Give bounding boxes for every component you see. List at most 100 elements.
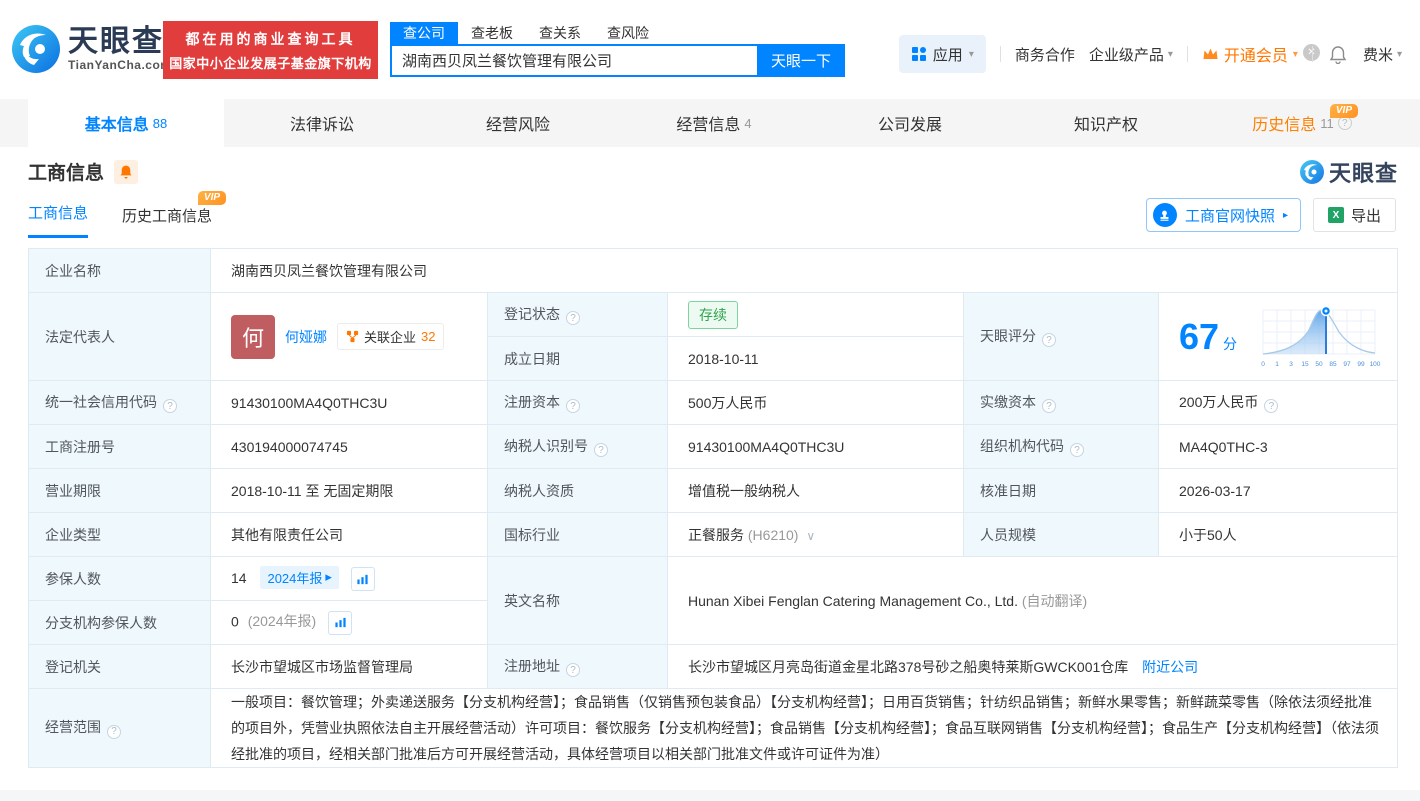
industry-label: 国标行业 (487, 512, 668, 557)
svg-text:0: 0 (1261, 361, 1265, 368)
reg-capital-value: 500万人民币 (667, 380, 964, 425)
chevron-down-icon: ▾ (1292, 48, 1298, 60)
score-value: 67 分 0 1 3 15 50 85 97 99 100 (1157, 292, 1399, 381)
table-row: 企业名称 湖南西贝凤兰餐饮管理有限公司 (28, 248, 1399, 293)
nearby-companies-link[interactable]: 附近公司 (1142, 659, 1198, 675)
search-tab-risk[interactable]: 查风险 (594, 22, 662, 44)
help-icon[interactable]: ? (1070, 443, 1084, 458)
score-curve-chart: 0 1 3 15 50 85 97 99 100 (1261, 305, 1381, 368)
related-companies-badge[interactable]: 关联企业 32 (337, 323, 445, 350)
table-row: 统一社会信用代码? 91430100MA4Q0THC3U 注册资本? 500万人… (28, 380, 1399, 425)
svg-text:100: 100 (1370, 361, 1381, 368)
open-vip-button[interactable]: 开通会员 ▾ (1202, 42, 1298, 66)
subtab-business-info[interactable]: 工商信息 (28, 202, 89, 238)
svg-text:15: 15 (1301, 361, 1309, 368)
tab-basic-info[interactable]: 基本信息 88 (28, 99, 224, 147)
tianyancha-logo-icon (1299, 160, 1324, 184)
nav-enterprise-products[interactable]: 企业级产品 ▾ (1089, 44, 1173, 65)
section-subtabs: 工商信息 VIP 历史工商信息 (28, 191, 227, 238)
tab-company-development[interactable]: 公司发展 (812, 99, 1008, 147)
table-row: 工商注册号 430194000074745 纳税人识别号? 91430100MA… (28, 424, 1399, 469)
avatar[interactable]: 何 (231, 314, 275, 359)
trend-chart-icon[interactable] (350, 567, 375, 592)
tab-legal[interactable]: 法律诉讼 (224, 99, 420, 147)
help-icon[interactable]: ? (1264, 399, 1279, 414)
legal-rep-value: 何 何娅娜 关联企业 32 (210, 292, 488, 381)
help-icon[interactable]: ? (163, 399, 177, 414)
trend-chart-icon[interactable] (328, 610, 353, 635)
est-date-value: 2018-10-11 (667, 336, 964, 381)
staff-size-value: 小于50人 (1157, 512, 1399, 557)
help-icon[interactable]: ? (1042, 333, 1056, 348)
branch-insured-note: (2024年报) (247, 613, 317, 630)
table-row: 法定代表人 何 何娅娜 关联企业 32 登记状态 ? 存续 天眼评分 ? 67 … (28, 292, 1399, 381)
site-logo[interactable]: 天眼查 TianYanCha.com (10, 23, 171, 75)
company-name-label: 企业名称 (28, 248, 211, 293)
notification-bell-icon[interactable] (1327, 43, 1349, 65)
table-row: 登记机关 长沙市望城区市场监督管理局 注册地址? 长沙市望城区月亮岛街道金星北路… (28, 644, 1399, 689)
apps-menu[interactable]: 应用 ▾ (898, 35, 986, 73)
page: 天眼查 TianYanCha.com 都在用的商业查询工具 国家中小企业发展子基… (0, 0, 1420, 801)
crown-icon (1203, 48, 1218, 59)
export-button[interactable]: X 导出 (1312, 198, 1396, 232)
help-icon[interactable]: ? (566, 663, 580, 678)
insured-label: 参保人数 (28, 556, 211, 601)
reg-authority-label: 登记机关 (28, 644, 211, 689)
help-icon[interactable]: ? (107, 724, 121, 739)
reg-number-value: 430194000074745 (210, 424, 488, 469)
tab-operation-info[interactable]: 经营信息 4 (616, 99, 812, 147)
branch-insured-label: 分支机构参保人数 (28, 600, 211, 645)
logo-domain: TianYanCha.com (68, 58, 172, 72)
taxpayer-id-label: 纳税人识别号? (487, 424, 668, 469)
arrow-right-icon: ▸ (325, 569, 332, 585)
divider (1186, 46, 1188, 62)
help-icon[interactable]: ? (566, 399, 580, 414)
tab-intellectual-property[interactable]: 知识产权 (1008, 99, 1204, 147)
user-menu[interactable]: 费米 ▾ (1363, 44, 1402, 65)
tab-history-info[interactable]: VIP 历史信息 11 ? (1204, 99, 1400, 147)
taxpayer-quality-label: 纳税人资质 (487, 468, 668, 513)
search-tab-boss[interactable]: 查老板 (458, 22, 526, 44)
subtab-history-business-info[interactable]: VIP 历史工商信息 (122, 191, 227, 238)
divider (1311, 46, 1313, 62)
help-icon[interactable]: ? (594, 443, 608, 458)
chevron-down-icon[interactable]: ∨ (806, 529, 815, 543)
logo-brand: 天眼查 (68, 25, 164, 58)
search-tab-relation[interactable]: 查关系 (526, 22, 594, 44)
vip-badge: VIP (197, 191, 227, 205)
official-snapshot-button[interactable]: 工商官网快照 ▸ (1145, 198, 1301, 232)
header: 天眼查 TianYanCha.com 都在用的商业查询工具 国家中小企业发展子基… (0, 13, 1420, 95)
legal-rep-name-link[interactable]: 何娅娜 (285, 327, 327, 347)
main-tabbar: 基本信息 88 法律诉讼 经营风险 经营信息 4 公司发展 知识产权 VIP 历史信… (0, 99, 1420, 147)
search-tab-company[interactable]: 查公司 (390, 22, 458, 44)
excel-icon: X (1327, 207, 1344, 223)
industry-code: (H6210) (747, 526, 799, 543)
help-icon[interactable]: ? (566, 311, 580, 326)
nav-cooperation[interactable]: 商务合作 (1015, 44, 1075, 65)
search-input[interactable] (390, 44, 757, 77)
credit-code-value: 91430100MA4Q0THC3U (210, 380, 488, 425)
bottom-strip (0, 790, 1420, 801)
score-label: 天眼评分? (963, 292, 1159, 381)
reg-authority-value: 长沙市望城区市场监督管理局 (210, 644, 488, 689)
est-date-label: 成立日期 (487, 336, 668, 381)
reg-address-value: 长沙市望城区月亮岛街道金星北路378号砂之船奥特莱斯GWCK001仓库 附近公司 (666, 644, 1399, 689)
tab-operation-risk[interactable]: 经营风险 (420, 99, 616, 147)
org-code-label: 组织机构代码? (963, 424, 1159, 469)
search-box: 查公司 查老板 查关系 查风险 天眼一下 (390, 22, 845, 77)
chevron-down-icon: ▾ (1396, 48, 1402, 60)
industry-value: 正餐服务 (H6210) ∨ (667, 512, 964, 557)
help-icon[interactable]: ? (1337, 116, 1352, 130)
staff-size-label: 人员规模 (963, 512, 1159, 557)
search-button[interactable]: 天眼一下 (757, 44, 845, 77)
annual-report-badge[interactable]: 2024年报 ▸ (260, 565, 339, 589)
company-type-label: 企业类型 (28, 512, 211, 557)
table-row: 营业期限 2018-10-11 至 无固定期限 纳税人资质 增值税一般纳税人 核… (28, 468, 1399, 513)
company-name-value: 湖南西贝凤兰餐饮管理有限公司 (209, 248, 1399, 293)
status-badge: 存续 (688, 300, 738, 329)
help-icon[interactable]: ? (1042, 399, 1056, 414)
vip-badge: VIP (1329, 104, 1358, 118)
monitor-bell-icon[interactable] (114, 159, 139, 184)
biz-term-value: 2018-10-11 至 无固定期限 (210, 468, 488, 513)
reg-status-value: 存续 (667, 292, 964, 337)
